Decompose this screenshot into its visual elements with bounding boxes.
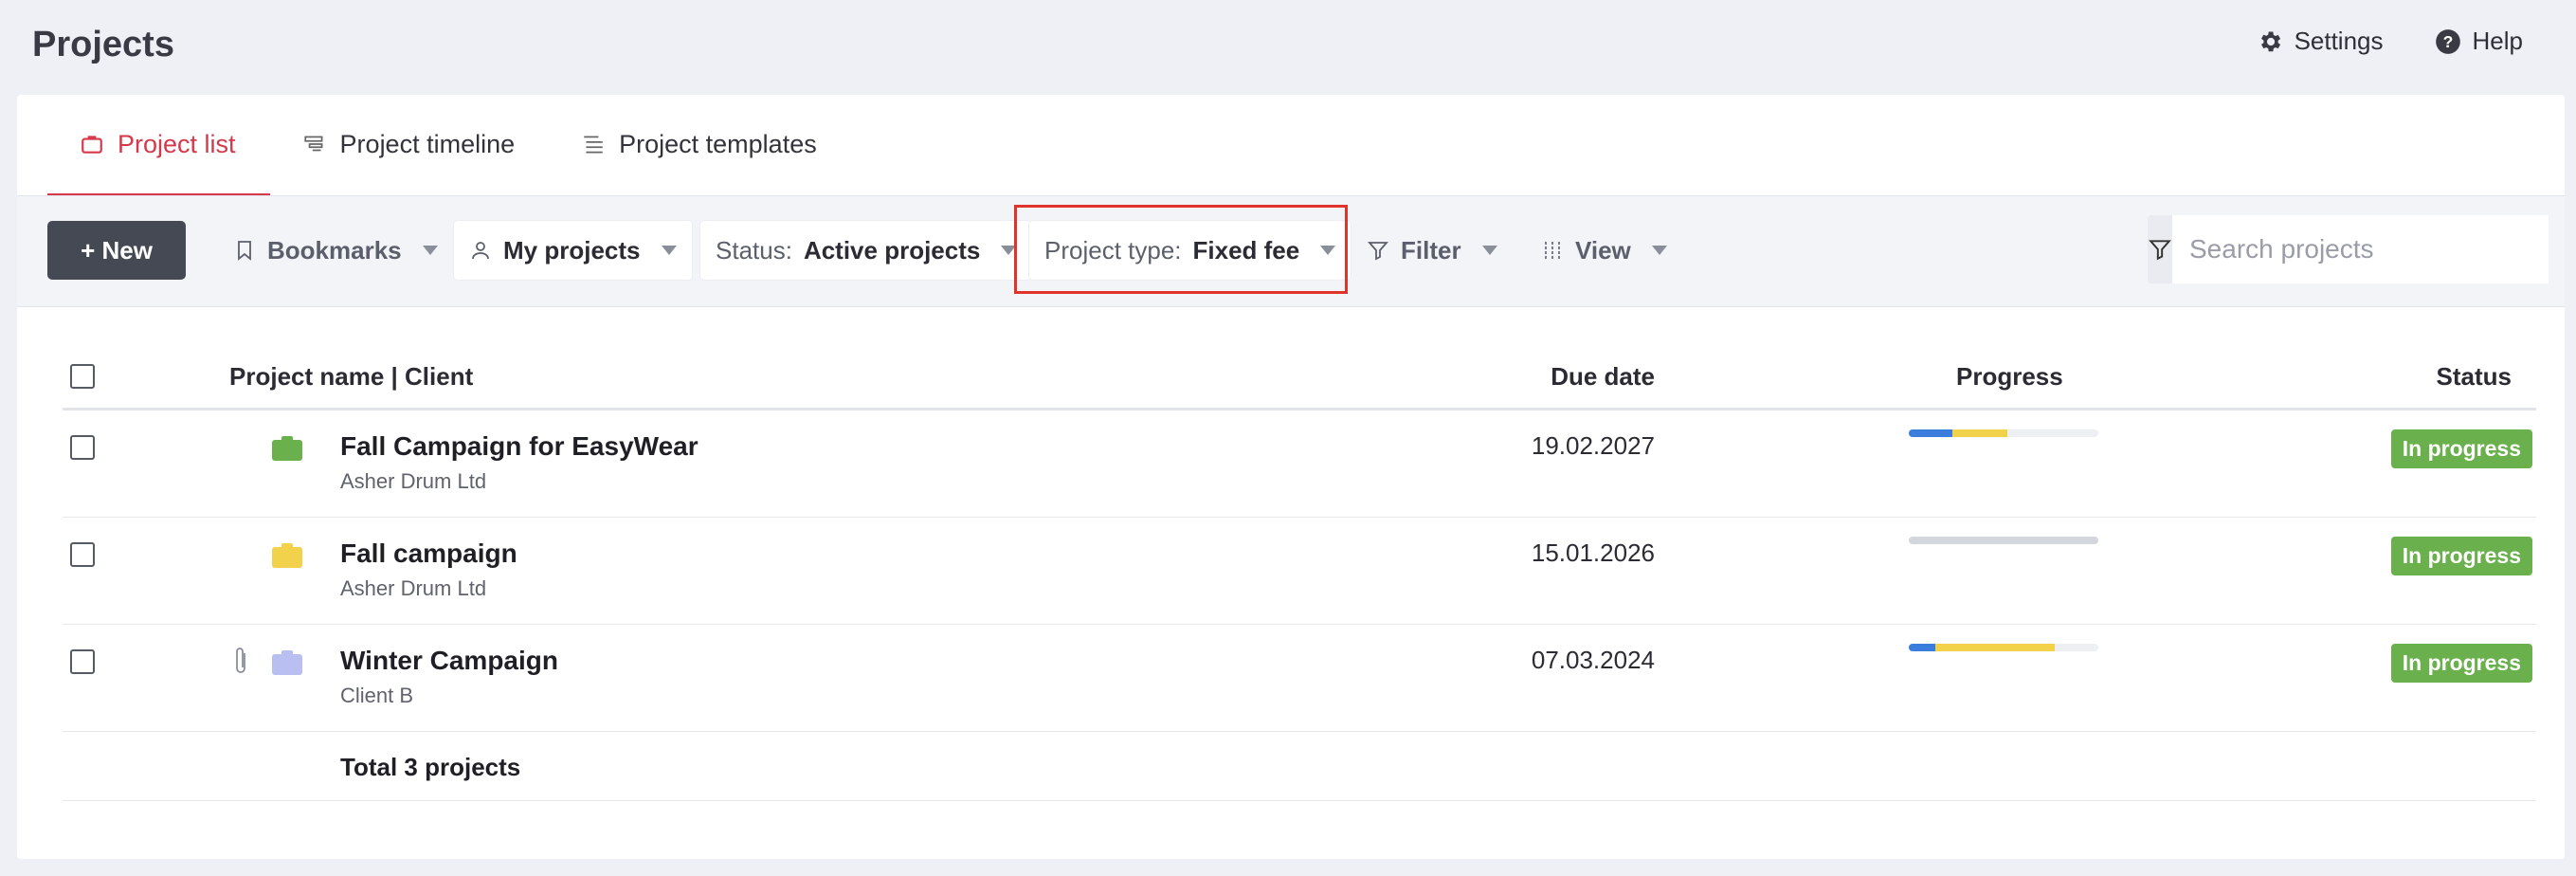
funnel-icon [2149,240,2171,261]
tab-project-list[interactable]: Project list [47,95,270,196]
progress-segment [1909,537,2098,544]
chevron-down-icon [1651,246,1667,255]
filter-dropdown[interactable]: Filter [1367,221,1497,280]
my-projects-label: My projects [503,235,641,265]
help-circle-icon: ? [2435,28,2460,54]
folder-icon [272,650,302,675]
table-row[interactable]: Winter Campaign Client B 07.03.2024 In p… [63,625,2536,732]
filter-label: Filter [1401,235,1461,265]
progress-bar [1909,644,2098,651]
progress-bar [1909,429,2098,437]
svg-text:?: ? [2442,31,2453,50]
progress-segment [1952,429,2007,437]
folder-icon [272,436,302,461]
briefcase-icon [82,136,102,154]
progress-segment [1909,429,1952,437]
folder-icon [272,543,302,568]
bookmarks-dropdown[interactable]: Bookmarks [233,221,438,280]
table-row[interactable]: Fall Campaign for EasyWear Asher Drum Lt… [63,411,2536,518]
due-date: 19.02.2027 [1531,431,1655,460]
project-type-dropdown[interactable]: Project type: Fixed fee [1029,221,1351,280]
chevron-down-icon [422,246,438,255]
tab-bar: Project list Project timeline Project te… [47,95,851,196]
total-projects: Total 3 projects [340,753,521,781]
status-badge: In progress [2390,537,2532,575]
due-date: 07.03.2024 [1531,646,1655,674]
search-input[interactable] [2172,215,2549,283]
chevron-down-icon [1001,246,1017,255]
client-name: Client B [340,684,414,707]
header-progress[interactable]: Progress [1956,362,2063,392]
table-row[interactable]: Fall campaign Asher Drum Ltd 15.01.2026 … [63,518,2536,625]
chevron-down-icon [661,246,677,255]
status-value: Active projects [803,235,981,265]
sliders-icon [1545,242,1560,259]
settings-link[interactable]: Settings [2257,27,2384,56]
table-header: Project name | Client Due date Progress … [63,343,2536,411]
projects-table: Project name | Client Due date Progress … [63,343,2536,801]
tab-project-list-label: Project list [118,129,236,158]
progress-bar [1909,537,2098,544]
new-project-button[interactable]: + New [47,221,186,280]
timeline-icon [303,136,322,152]
progress-segment [1909,644,1935,651]
project-name[interactable]: Winter Campaign [340,646,558,676]
toolbar: + New Bookmarks My projects Status: Acti… [17,195,2565,307]
status-dropdown[interactable]: Status: Active projects [700,221,1032,280]
status-badge: In progress [2390,429,2532,468]
header-status[interactable]: Status [2437,362,2512,392]
header-due-date[interactable]: Due date [1551,362,1655,392]
help-link[interactable]: ? Help [2435,27,2523,56]
row-checkbox[interactable] [70,435,95,460]
project-name[interactable]: Fall Campaign for EasyWear [340,431,698,462]
view-dropdown[interactable]: View [1541,221,1667,280]
status-prefix: Status: [716,235,792,265]
paperclip-icon [236,648,245,673]
page-title: Projects [32,25,174,64]
row-checkbox[interactable] [70,542,95,567]
client-name: Asher Drum Ltd [340,576,487,600]
top-actions: Settings ? Help [2257,27,2523,56]
table-total-row: Total 3 projects [63,732,2536,801]
chevron-down-icon [1481,246,1497,255]
view-label: View [1575,235,1631,265]
settings-label: Settings [2294,27,2384,55]
status-badge: In progress [2390,644,2532,683]
help-label: Help [2472,27,2523,55]
client-name: Asher Drum Ltd [340,469,487,493]
chevron-down-icon [1320,246,1336,255]
tab-project-timeline[interactable]: Project timeline [270,95,550,196]
header-project-name[interactable]: Project name | Client [229,362,473,392]
search-box [2148,215,2549,283]
funnel-icon [1368,242,1388,261]
progress-segment [1935,644,2055,651]
bookmark-icon [238,241,251,261]
user-icon [472,242,489,260]
project-name[interactable]: Fall campaign [340,538,517,569]
project-type-prefix: Project type: [1044,235,1182,265]
tab-project-timeline-label: Project timeline [339,129,516,158]
tab-project-templates-label: Project templates [619,129,817,158]
tab-project-templates[interactable]: Project templates [549,95,851,196]
my-projects-dropdown[interactable]: My projects [454,221,692,280]
project-type-value: Fixed fee [1192,235,1300,265]
due-date: 15.01.2026 [1531,538,1655,567]
list-icon [584,136,603,154]
select-all-checkbox[interactable] [70,364,95,389]
row-checkbox[interactable] [70,649,95,674]
projects-card: Project list Project timeline Project te… [17,95,2565,859]
bookmarks-label: Bookmarks [267,235,402,265]
gear-icon [2260,31,2280,51]
search-filter-button[interactable] [2148,215,2172,283]
